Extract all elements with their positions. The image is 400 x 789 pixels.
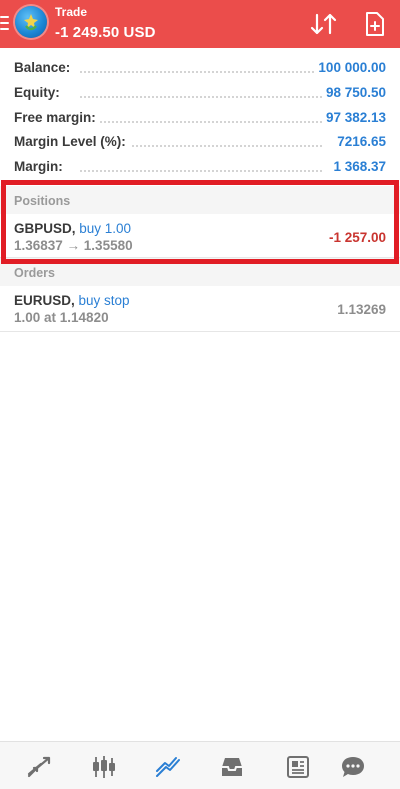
total-profit: -1 249.50 USD bbox=[55, 24, 156, 41]
order-details: 1.00 at 1.14820 bbox=[14, 310, 109, 325]
summary-row-balance: Balance: 100 000.00 bbox=[0, 58, 400, 83]
chart-icon[interactable] bbox=[90, 754, 118, 780]
summary-value: 1 368.37 bbox=[329, 159, 386, 175]
order-symbol: EURUSD, bbox=[14, 293, 75, 308]
new-order-icon[interactable] bbox=[360, 10, 388, 38]
position-symbol: GBPUSD, bbox=[14, 221, 76, 236]
orders-header: Orders bbox=[0, 258, 400, 286]
dotted-leader bbox=[80, 170, 322, 173]
summary-label: Equity: bbox=[14, 84, 64, 100]
history-icon[interactable] bbox=[218, 754, 246, 780]
position-side: buy 1.00 bbox=[75, 221, 132, 236]
order-row[interactable]: EURUSD, buy stop 1.00 at 1.14820 1.13269 bbox=[0, 286, 400, 332]
summary-value: 98 750.50 bbox=[321, 84, 386, 100]
menu-icon[interactable] bbox=[0, 16, 9, 30]
summary-value: 97 382.13 bbox=[321, 109, 386, 125]
app-root: Trade -1 249.50 USD Balance: 100 000.00 … bbox=[0, 0, 400, 789]
position-prices: 1.36837 → 1.35580 bbox=[14, 238, 133, 253]
dotted-leader bbox=[80, 95, 322, 98]
summary-row-margin: Margin: 1 368.37 bbox=[0, 157, 400, 182]
summary-label: Margin Level (%): bbox=[14, 134, 130, 150]
account-summary: Balance: 100 000.00 Equity: 98 750.50 Fr… bbox=[0, 58, 400, 182]
positions-header: Positions bbox=[0, 186, 400, 214]
trade-icon[interactable] bbox=[154, 754, 182, 780]
summary-value: 100 000.00 bbox=[314, 60, 386, 75]
summary-row-free-margin: Free margin: 97 382.13 bbox=[0, 108, 400, 133]
summary-row-margin-level: Margin Level (%): 7216.65 bbox=[0, 132, 400, 157]
position-row[interactable]: GBPUSD, buy 1.00 1.36837 → 1.35580 -1 25… bbox=[0, 214, 400, 258]
dotted-leader bbox=[80, 71, 322, 73]
quotes-icon[interactable] bbox=[25, 754, 53, 780]
summary-label: Free margin: bbox=[14, 109, 100, 125]
bottom-navigation bbox=[0, 741, 400, 789]
summary-row-equity: Equity: 98 750.50 bbox=[0, 83, 400, 108]
sort-icon[interactable] bbox=[309, 11, 339, 37]
order-current-price: 1.13269 bbox=[337, 302, 386, 317]
order-title: EURUSD, buy stop bbox=[14, 293, 130, 308]
dotted-leader bbox=[80, 120, 322, 123]
messages-icon[interactable] bbox=[339, 754, 367, 780]
summary-label: Balance: bbox=[14, 60, 75, 75]
summary-value: 7216.65 bbox=[333, 134, 386, 150]
top-bar: Trade -1 249.50 USD bbox=[0, 0, 400, 48]
order-side: buy stop bbox=[74, 293, 130, 308]
app-logo-icon bbox=[15, 6, 47, 38]
position-title: GBPUSD, buy 1.00 bbox=[14, 221, 131, 236]
summary-label: Margin: bbox=[14, 159, 67, 175]
news-icon[interactable] bbox=[284, 754, 312, 780]
screen-title: Trade bbox=[55, 5, 88, 19]
position-profit: -1 257.00 bbox=[328, 230, 386, 245]
